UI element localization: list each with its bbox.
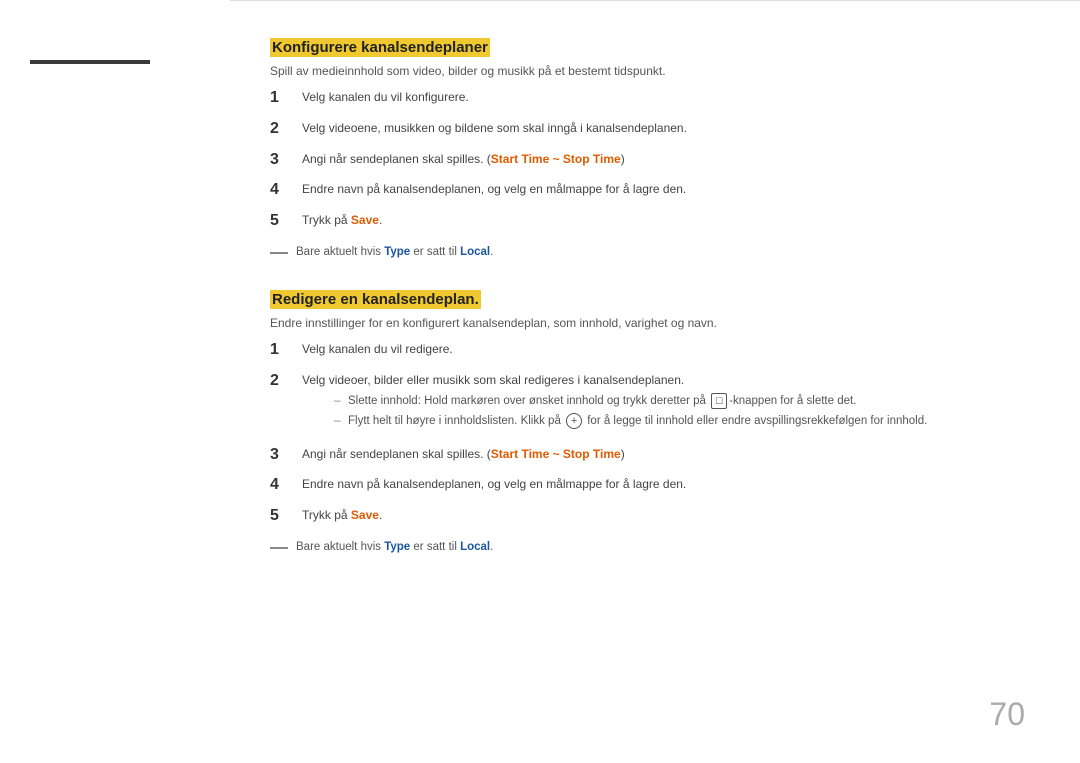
step-item: 2 Velg videoene, musikken og bildene som… — [270, 119, 1025, 140]
step-number: 3 — [270, 445, 292, 466]
section2-steps: 1 Velg kanalen du vil redigere. 2 Velg v… — [270, 340, 1025, 527]
step-text: Velg videoer, bilder eller musikk som sk… — [302, 373, 684, 387]
step-text: Velg videoene, musikken og bildene som s… — [302, 119, 1025, 137]
local-label-2: Local — [460, 541, 490, 553]
sub-dash: – — [334, 393, 348, 407]
step-item: 5 Trykk på Save. — [270, 506, 1025, 527]
step-number: 4 — [270, 475, 292, 496]
step-number: 2 — [270, 371, 292, 392]
step-number: 5 — [270, 506, 292, 527]
step-number: 2 — [270, 119, 292, 140]
step-item: 4 Endre navn på kanalsendeplanen, og vel… — [270, 475, 1025, 496]
section1-footnote: Bare aktuelt hvis Type er satt til Local… — [270, 244, 1025, 261]
sub-note-item: – Slette innhold: Hold markøren over øns… — [334, 393, 1025, 410]
step-item: 4 Endre navn på kanalsendeplanen, og vel… — [270, 180, 1025, 201]
delete-icon: ☐ — [711, 393, 727, 409]
start-stop-time-2: Start Time ~ Stop Time — [491, 447, 621, 461]
step-number: 1 — [270, 88, 292, 109]
step-text: Endre navn på kanalsendeplanen, og velg … — [302, 180, 1025, 198]
step-item: 3 Angi når sendeplanen skal spilles. (St… — [270, 445, 1025, 466]
footnote-dash — [270, 547, 288, 549]
sub-note-text: Flytt helt til høyre i innholdslisten. K… — [348, 413, 927, 430]
step-text: Velg kanalen du vil redigere. — [302, 340, 1025, 358]
step-text: Velg kanalen du vil konfigurere. — [302, 88, 1025, 106]
section-redigere: Redigere en kanalsendeplan. Endre innsti… — [270, 291, 1025, 556]
page-number: 70 — [989, 696, 1025, 733]
section1-title-wrapper: Konfigurere kanalsendeplaner — [270, 39, 1025, 56]
footnote-text: Bare aktuelt hvis Type er satt til Local… — [296, 244, 493, 261]
local-label-1: Local — [460, 246, 490, 258]
step-item: 2 Velg videoer, bilder eller musikk som … — [270, 371, 1025, 435]
section-konfigurere: Konfigurere kanalsendeplaner Spill av me… — [270, 39, 1025, 261]
section2-title-wrapper: Redigere en kanalsendeplan. — [270, 291, 1025, 308]
content-area: Konfigurere kanalsendeplaner Spill av me… — [230, 0, 1080, 763]
step-number: 5 — [270, 211, 292, 232]
step-number: 3 — [270, 150, 292, 171]
left-sidebar — [0, 0, 230, 763]
step-text: Angi når sendeplanen skal spilles. (Star… — [302, 150, 1025, 168]
sub-note-item: – Flytt helt til høyre i innholdslisten.… — [334, 413, 1025, 430]
section2-intro: Endre innstillinger for en konfigurert k… — [270, 316, 1025, 330]
sidebar-bar — [30, 60, 150, 64]
sub-note-text: Slette innhold: Hold markøren over ønske… — [348, 393, 856, 410]
section1-intro: Spill av medieinnhold som video, bilder … — [270, 64, 1025, 78]
start-stop-time-1: Start Time ~ Stop Time — [491, 152, 621, 166]
step-item: 1 Velg kanalen du vil konfigurere. — [270, 88, 1025, 109]
step-text: Endre navn på kanalsendeplanen, og velg … — [302, 475, 1025, 493]
step-text: Trykk på Save. — [302, 211, 1025, 229]
step-item: 3 Angi når sendeplanen skal spilles. (St… — [270, 150, 1025, 171]
type-label-1: Type — [384, 246, 410, 258]
step-text: Angi når sendeplanen skal spilles. (Star… — [302, 445, 1025, 463]
step-item: 1 Velg kanalen du vil redigere. — [270, 340, 1025, 361]
sub-dash: – — [334, 413, 348, 427]
section1-title: Konfigurere kanalsendeplaner — [270, 38, 490, 57]
step-item: 5 Trykk på Save. — [270, 211, 1025, 232]
save-label-2: Save — [351, 508, 379, 522]
footnote-dash — [270, 252, 288, 254]
footnote-text: Bare aktuelt hvis Type er satt til Local… — [296, 539, 493, 556]
step-number: 4 — [270, 180, 292, 201]
save-label-1: Save — [351, 213, 379, 227]
section1-steps: 1 Velg kanalen du vil konfigurere. 2 Vel… — [270, 88, 1025, 232]
plus-icon: + — [566, 413, 582, 429]
section2-title: Redigere en kanalsendeplan. — [270, 290, 481, 309]
step-text: Trykk på Save. — [302, 506, 1025, 524]
section2-footnote: Bare aktuelt hvis Type er satt til Local… — [270, 539, 1025, 556]
sub-notes: – Slette innhold: Hold markøren over øns… — [334, 393, 1025, 431]
type-label-2: Type — [384, 541, 410, 553]
step-number: 1 — [270, 340, 292, 361]
